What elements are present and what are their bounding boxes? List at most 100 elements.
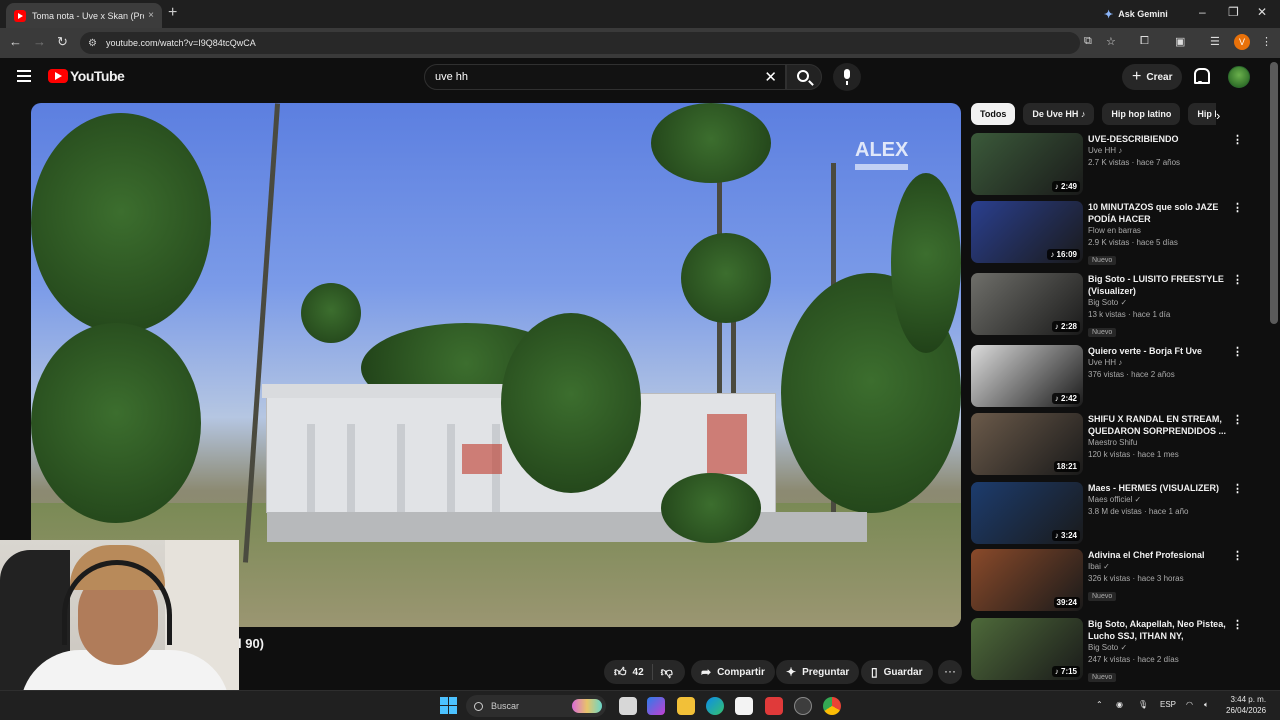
site-info-icon[interactable]: ⚙ [88,38,97,49]
channel-name[interactable]: Uve HH ♪ [1088,357,1228,369]
video-thumbnail[interactable]: ♪ 2:28 [971,273,1083,335]
video-title-link[interactable]: Big Soto - LUISITO FREESTYLE (Visualizer… [1088,273,1228,297]
more-vert-icon[interactable]: ⋮ [1232,273,1243,286]
more-vert-icon[interactable]: ⋮ [1232,549,1243,562]
store-icon[interactable] [735,697,753,715]
recommendation-item[interactable]: ♪ 2:49 UVE-DESCRIBIENDO Uve HH ♪ 2.7 K vist… [971,133,1251,197]
save-button[interactable]: ▯ Guardar [861,660,933,684]
video-thumbnail[interactable]: 39:24 [971,549,1083,611]
task-view-icon[interactable] [619,697,637,715]
chip-hip-hop[interactable]: Hip h [1188,103,1216,125]
menu-icon[interactable] [17,70,31,85]
volume-icon[interactable]: 🔈︎ [1204,700,1209,710]
bell-icon[interactable] [1193,68,1210,84]
back-icon[interactable]: ← [9,34,22,49]
video-thumbnail[interactable]: ♪ 3:24 [971,482,1083,544]
chrome-icon[interactable] [823,697,841,715]
bookmark-star-icon[interactable]: ☆ [1106,35,1116,48]
recommendation-item[interactable]: ♪ 3:24 Maes - HERMES (VISUALIZER) Maes off… [971,482,1251,546]
video-title-link[interactable]: Maes - HERMES (VISUALIZER) [1088,482,1228,494]
profile-avatar[interactable]: V [1234,34,1250,50]
channel-name[interactable]: Maes officiel ✓ [1088,494,1228,506]
video-thumbnail[interactable]: ♪ 16:09 [971,201,1083,263]
recommendation-item[interactable]: ♪ 2:42 Quiero verte - Borja Ft Uve Uve HH … [971,345,1251,409]
video-title-link[interactable]: SHIFU X RANDAL EN STREAM, QUEDARON SORPR… [1088,413,1228,437]
video-title-link[interactable]: Quiero verte - Borja Ft Uve [1088,345,1228,357]
video-thumbnail[interactable]: ♪ 2:42 [971,345,1083,407]
recommendation-item[interactable]: ♪ 16:09 10 MINUTAZOS que solo JAZE PODÍA … [971,201,1251,265]
channel-name[interactable]: Big Soto ✓ [1088,642,1228,654]
channel-name[interactable]: Uve HH ♪ [1088,145,1228,157]
video-info: UVE-DESCRIBIENDO Uve HH ♪ 2.7 K vistas · h… [1088,133,1228,169]
chevron-right-icon[interactable]: › [1216,108,1220,123]
channel-name[interactable]: Flow en barras [1088,225,1228,237]
youtube-logo[interactable]: YouTube [48,68,125,84]
tray-mic-icon[interactable]: 🎙︎ [1138,700,1148,709]
start-icon[interactable] [440,697,457,714]
more-vert-icon[interactable]: ⋮ [1232,618,1243,631]
ask-button[interactable]: ✦ Preguntar [776,660,860,684]
copilot-icon[interactable] [647,697,665,715]
recommendation-item[interactable]: ♪ 2:28 Big Soto - LUISITO FREESTYLE (Visu… [971,273,1251,337]
video-thumbnail[interactable]: 18:21 [971,413,1083,475]
video-title-link[interactable]: UVE-DESCRIBIENDO [1088,133,1228,145]
split-view-icon[interactable]: ▣ [1175,35,1185,48]
tray-chevron-icon[interactable]: ⌃ [1096,700,1103,709]
input-language[interactable]: ESP [1160,700,1176,709]
dislike-button[interactable]: 👎︎ [653,665,681,680]
video-thumbnail[interactable]: ♪ 7:15 [971,618,1083,680]
more-vert-icon[interactable]: ⋮ [1232,201,1243,214]
media-app-icon[interactable] [765,697,783,715]
video-title-link[interactable]: Big Soto, Akapellah, Neo Pistea, Lucho S… [1088,618,1228,642]
like-button[interactable]: 👍︎ 42 [604,664,653,680]
more-vert-icon[interactable]: ⋮ [1232,133,1243,146]
minimize-icon[interactable]: – [1199,5,1206,19]
reload-icon[interactable]: ↻ [57,34,68,50]
edge-icon[interactable] [706,697,724,715]
reading-list-icon[interactable]: ☰ [1210,35,1220,48]
more-vert-icon[interactable]: ⋮ [1232,345,1243,358]
video-thumbnail[interactable]: ♪ 2:49 [971,133,1083,195]
windows-taskbar: Buscar ⌃ ◉ 🎙︎ ESP ◠ 🔈︎ 3:44 p. m. 26/04/… [0,690,1280,720]
chip-todos[interactable]: Todos [971,103,1016,125]
extensions-icon[interactable]: ⧠ [1140,35,1149,48]
file-explorer-icon[interactable] [677,697,695,715]
channel-name[interactable]: Ibai ✓ [1088,561,1228,573]
search-input[interactable]: uve hh ✕ [424,64,786,90]
tab-close-icon[interactable]: × [148,10,154,21]
taskbar-clock[interactable]: 3:44 p. m. 26/04/2026 [1226,694,1266,716]
video-title-link[interactable]: Adivina el Chef Profesional [1088,549,1228,561]
channel-name[interactable]: Maestro Shifu [1088,437,1228,449]
install-app-icon[interactable]: ⧉ [1084,35,1092,48]
chip-de-uve-hh[interactable]: De Uve HH ♪ [1023,103,1095,125]
search-button[interactable] [786,64,822,90]
share-button[interactable]: ➦ Compartir [691,660,775,684]
video-title-link[interactable]: 10 MINUTAZOS que solo JAZE PODÍA HACER [1088,201,1228,225]
browser-tab[interactable]: Toma nota - Uve x Skan (Prod. × [6,3,162,28]
taskbar-search[interactable]: Buscar [466,695,606,717]
recommendation-item[interactable]: 18:21 SHIFU X RANDAL EN STREAM, QUEDARON … [971,413,1251,477]
channel-avatar[interactable] [1228,66,1250,88]
create-button[interactable]: + Crear [1122,64,1183,90]
mic-icon[interactable] [833,63,861,91]
ask-gemini-button[interactable]: ✦ Ask Gemini [1104,5,1168,23]
browser-menu-icon[interactable]: ⋮ [1261,35,1272,48]
new-tab-button[interactable]: + [168,4,177,22]
more-vert-icon[interactable]: ⋮ [1232,482,1243,495]
forward-icon[interactable]: → [33,34,46,49]
more-actions-button[interactable]: ··· [938,660,962,684]
more-vert-icon[interactable]: ⋮ [1232,413,1243,426]
address-bar[interactable]: ⚙ youtube.com/watch?v=I9Q84tcQwCA [80,32,1080,54]
maximize-icon[interactable]: ❐ [1228,5,1239,19]
video-meta: 247 k vistas · hace 2 días [1088,655,1179,664]
page-scrollbar[interactable] [1270,62,1278,324]
clear-icon[interactable]: ✕ [764,68,777,86]
wifi-icon[interactable]: ◠ [1186,700,1193,709]
settings-icon[interactable] [794,697,812,715]
window-close-icon[interactable]: ✕ [1257,5,1267,19]
recommendation-item[interactable]: 39:24 Adivina el Chef Profesional Ibai ✓ 32… [971,549,1251,613]
recommendation-item[interactable]: ♪ 7:15 Big Soto, Akapellah, Neo Pistea, L… [971,618,1251,682]
channel-name[interactable]: Big Soto ✓ [1088,297,1228,309]
chip-hip-hop-latino[interactable]: Hip hop latino [1102,103,1181,125]
tray-app-icon[interactable]: ◉ [1116,700,1123,709]
